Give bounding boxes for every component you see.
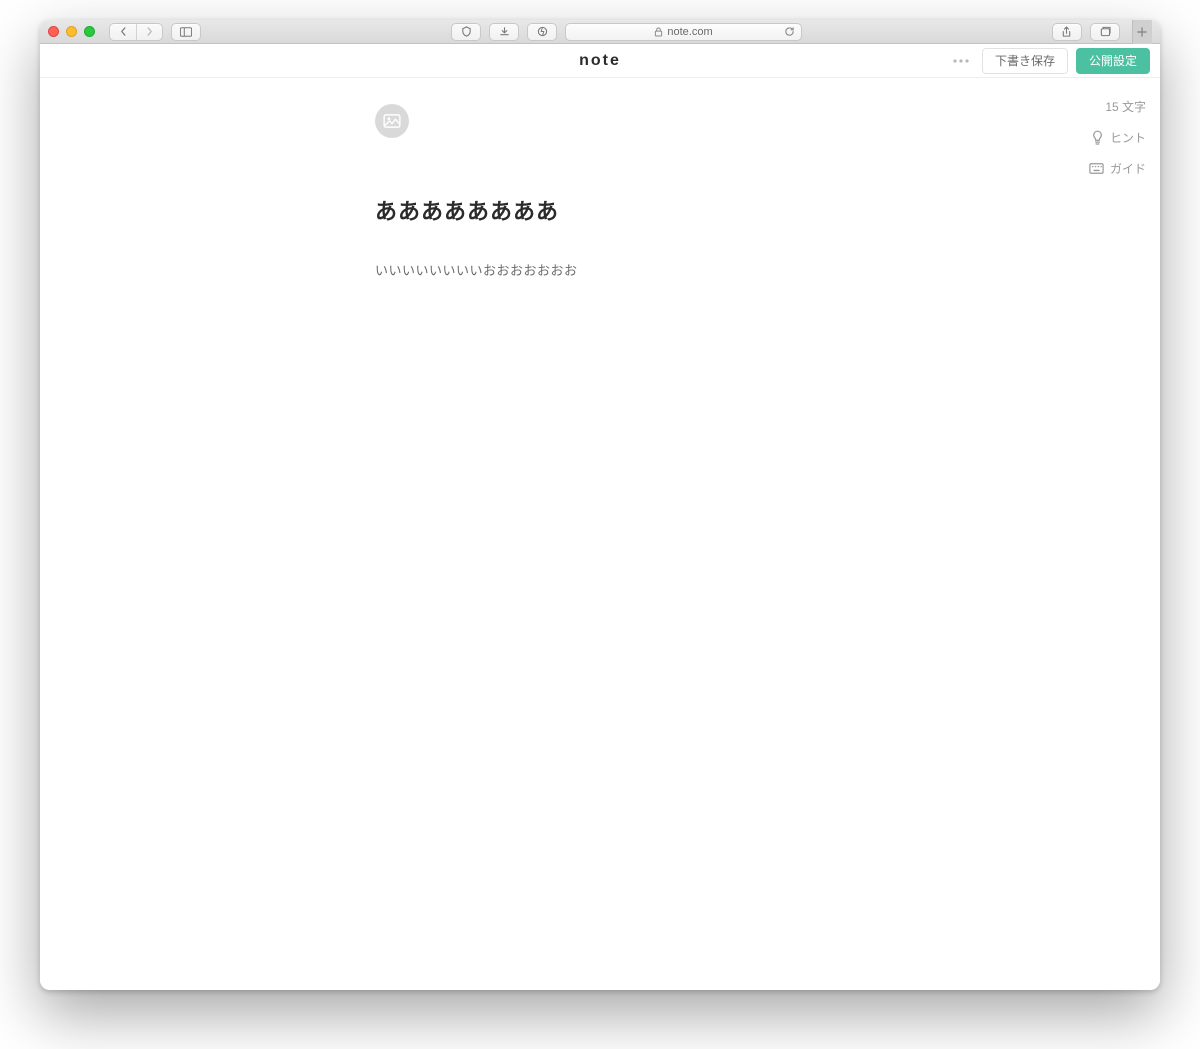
window-controls [48,26,95,37]
privacy-report-button[interactable] [451,23,481,41]
sidebar-toggle[interactable] [171,23,201,41]
nav-back-button[interactable] [110,24,136,40]
guide-label: ガイド [1110,160,1146,177]
keyboard-icon [1089,163,1104,174]
tab-overview-button[interactable] [1090,23,1120,41]
guide-button[interactable]: ガイド [1089,160,1146,177]
hint-label: ヒント [1110,129,1146,146]
address-bar[interactable]: note.com [565,23,801,41]
extensions-button[interactable] [527,23,557,41]
app-header: note 下書き保存 公開設定 [40,44,1160,78]
note-body-input[interactable]: いいいいいいいいおおおおおおお [375,260,815,279]
note-title-input[interactable]: ああああああああ [375,194,815,226]
address-bar-host: note.com [667,26,712,38]
browser-window: note.com note 下書き保存 公開設定 [40,20,1160,990]
editor-area: ああああああああ いいいいいいいいおおおおおおお 15 文字 ヒント ガイド [40,78,1160,990]
more-menu-button[interactable] [948,48,974,74]
save-draft-button[interactable]: 下書き保存 [982,48,1068,74]
window-zoom-button[interactable] [84,26,95,37]
new-tab-button[interactable] [1132,20,1152,44]
header-actions: 下書き保存 公開設定 [948,48,1150,74]
nav-back-forward [109,23,163,41]
image-icon [383,114,401,128]
editor-column: ああああああああ いいいいいいいいおおおおおおお [375,104,815,279]
downloads-button[interactable] [489,23,519,41]
add-cover-image-button[interactable] [375,104,409,138]
hint-button[interactable]: ヒント [1091,129,1146,146]
window-close-button[interactable] [48,26,59,37]
publish-settings-button[interactable]: 公開設定 [1076,48,1150,74]
brand-logo[interactable]: note [579,52,621,70]
editor-side-tools: 15 文字 ヒント ガイド [1089,98,1146,177]
nav-forward-button[interactable] [136,24,162,40]
share-button[interactable] [1052,23,1082,41]
reload-button[interactable] [784,26,795,37]
browser-toolbar: note.com [40,20,1160,44]
window-minimize-button[interactable] [66,26,77,37]
character-count: 15 文字 [1105,98,1146,115]
lock-icon [654,27,663,37]
lightbulb-icon [1091,130,1104,145]
